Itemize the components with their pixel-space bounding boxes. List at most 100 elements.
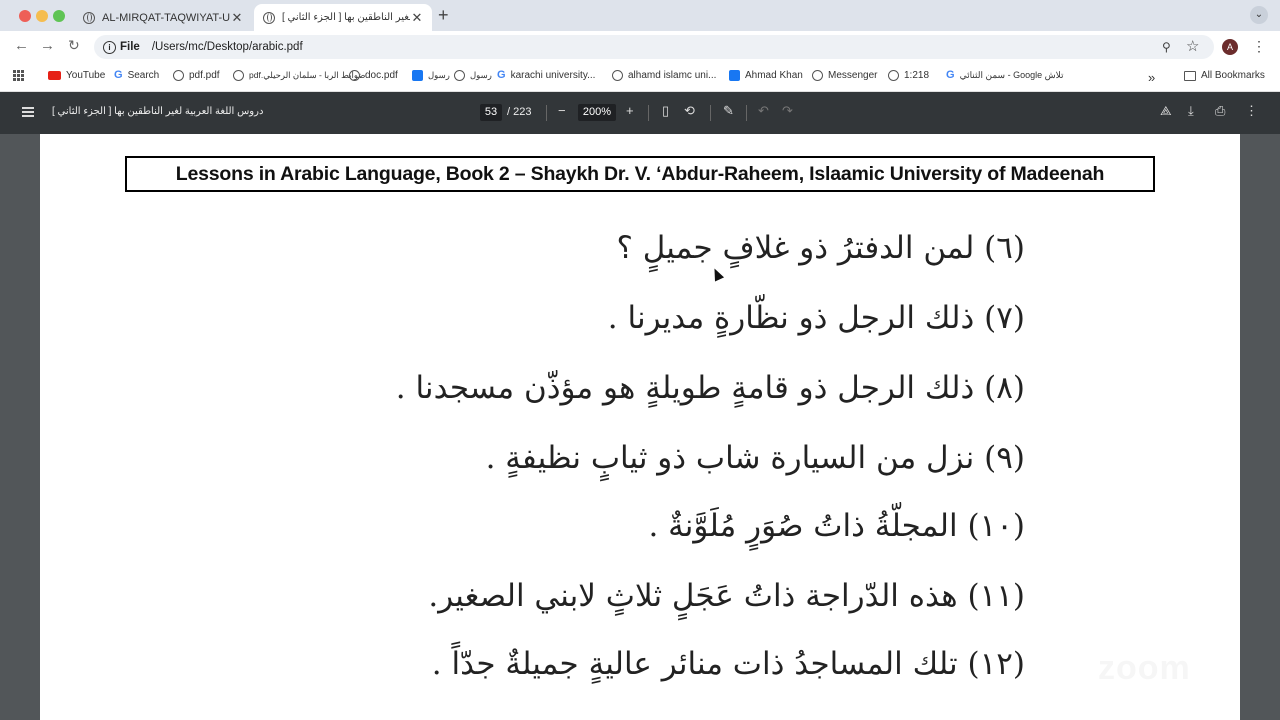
bookmark-label: YouTube bbox=[66, 70, 106, 81]
close-tab-icon[interactable]: ✕ bbox=[230, 10, 244, 26]
rotate-icon[interactable]: ⟲ bbox=[684, 103, 695, 119]
bookmark-label: رسول bbox=[428, 70, 450, 80]
google-icon: G bbox=[114, 69, 123, 81]
bookmark-star-icon[interactable]: ☆ bbox=[1186, 37, 1199, 55]
bookmark-karachi[interactable]: G karachi university... bbox=[497, 69, 596, 82]
close-tab-icon[interactable]: ✕ bbox=[410, 10, 424, 26]
sidebar-menu-icon[interactable] bbox=[22, 107, 34, 117]
globe-icon bbox=[349, 70, 360, 81]
globe-icon bbox=[888, 70, 899, 81]
bookmark-pdf[interactable]: pdf.pdf bbox=[173, 70, 220, 81]
tab-mirqat[interactable]: AL-MIRQAT-TAQWIYAT-UL-M ✕ bbox=[74, 4, 252, 31]
url-text[interactable]: /Users/mc/Desktop/arabic.pdf bbox=[152, 41, 303, 53]
forward-arrow-icon[interactable]: → bbox=[40, 37, 55, 54]
google-icon: G bbox=[497, 69, 506, 81]
bookmark-search[interactable]: G Search bbox=[114, 69, 160, 82]
mouse-cursor-icon bbox=[709, 266, 725, 282]
scheme-label: File bbox=[120, 41, 140, 53]
bookmark-label: karachi university... bbox=[510, 70, 596, 81]
zoom-icon[interactable]: ⚲ bbox=[1162, 40, 1171, 54]
bookmark-google-search[interactable]: G سمن الثنائي - Google تلاش bbox=[946, 70, 1064, 81]
zoom-watermark: zoom bbox=[1098, 649, 1191, 687]
globe-icon bbox=[612, 70, 623, 81]
all-bookmarks-button[interactable]: All Bookmarks bbox=[1184, 70, 1265, 81]
exercise-line-12: (١٢) تلك المساجدُ ذات منائر عاليةٍ جميلة… bbox=[431, 646, 1025, 682]
globe-icon bbox=[263, 11, 275, 24]
exercise-line-7: (٧) ذلك الرجل ذو نظّارةٍ مديرنا . bbox=[607, 300, 1025, 336]
fit-page-icon[interactable]: ▯ bbox=[662, 103, 669, 119]
more-bookmarks-button[interactable]: » bbox=[1148, 70, 1155, 85]
exercise-line-6: (٦) لمن الدفترُ ذو غلافٍ جميلٍ ؟ bbox=[616, 230, 1025, 266]
page-total: / 223 bbox=[507, 106, 532, 118]
exercise-line-8: (٨) ذلك الرجل ذو قامةٍ طويلةٍ هو مؤذّن م… bbox=[395, 370, 1025, 406]
reload-icon[interactable]: ↻ bbox=[68, 37, 80, 54]
redo-icon[interactable]: ↷ bbox=[782, 103, 793, 119]
undo-icon[interactable]: ↶ bbox=[758, 103, 769, 119]
bookmarks-bar: YouTube G Search pdf.pdf pdf.ضوابط الربا… bbox=[0, 63, 1280, 92]
globe-icon bbox=[83, 11, 95, 24]
google-icon: G bbox=[946, 69, 955, 81]
exercise-line-9: (٩) نزل من السيارة شاب ذو ثيابٍ نظيفةٍ . bbox=[485, 440, 1025, 476]
zoom-out-button[interactable]: − bbox=[558, 103, 566, 118]
facebook-icon bbox=[412, 70, 423, 81]
tab-title: دروس اللغة العربية لغير الناطقين بها [ ا… bbox=[282, 12, 410, 23]
globe-icon bbox=[173, 70, 184, 81]
pdf-toolbar: دروس اللغة العربية لغير الناطقين بها [ ا… bbox=[0, 92, 1280, 134]
divider bbox=[546, 105, 547, 121]
folder-icon bbox=[1184, 70, 1196, 81]
bookmark-youtube[interactable]: YouTube bbox=[48, 70, 105, 81]
annotate-pen-icon[interactable]: ✎ bbox=[723, 103, 734, 119]
tab-arabic-pdf[interactable]: دروس اللغة العربية لغير الناطقين بها [ ا… bbox=[254, 4, 432, 31]
close-window-button[interactable] bbox=[19, 10, 31, 22]
browser-menu-icon[interactable]: ⋮ bbox=[1252, 38, 1266, 55]
bookmark-riba-pdf[interactable]: pdf.ضوابط الربا - سلمان الرحيلي bbox=[233, 70, 366, 81]
bookmark-label: All Bookmarks bbox=[1201, 70, 1265, 81]
bookmark-rasool-fb[interactable]: رسول bbox=[412, 70, 450, 81]
bookmark-label: Ahmad Khan bbox=[745, 70, 803, 81]
zoom-in-button[interactable]: + bbox=[626, 103, 634, 118]
divider bbox=[710, 105, 711, 121]
minimize-window-button[interactable] bbox=[36, 10, 48, 22]
bookmark-doc[interactable]: doc.pdf bbox=[349, 70, 398, 81]
bookmark-ahmad-khan[interactable]: Ahmad Khan bbox=[729, 70, 803, 81]
download-icon[interactable]: ⤓ bbox=[1188, 103, 1194, 119]
bookmark-label: سمن الثنائي - Google تلاش bbox=[959, 70, 1064, 80]
pdf-page: Lessons in Arabic Language, Book 2 – Sha… bbox=[40, 134, 1240, 720]
maximize-window-button[interactable] bbox=[53, 10, 65, 22]
globe-icon bbox=[454, 70, 465, 81]
tab-strip: AL-MIRQAT-TAQWIYAT-UL-M ✕ دروس اللغة الع… bbox=[0, 0, 1280, 31]
bookmark-1218[interactable]: 1:218 bbox=[888, 70, 929, 81]
apps-grid-icon[interactable] bbox=[13, 70, 24, 81]
divider bbox=[746, 105, 747, 121]
print-icon[interactable]: ⎙ bbox=[1215, 103, 1225, 119]
bookmark-alhamd[interactable]: alhamd islamc uni... bbox=[612, 70, 716, 81]
page-header: Lessons in Arabic Language, Book 2 – Sha… bbox=[125, 156, 1155, 192]
bookmark-rasool[interactable]: رسول bbox=[454, 70, 492, 81]
facebook-icon bbox=[729, 70, 740, 81]
zoom-level-input[interactable]: 200% bbox=[578, 104, 616, 121]
drive-save-icon[interactable]: ⟁ bbox=[1160, 103, 1172, 119]
address-bar[interactable]: i File /Users/mc/Desktop/arabic.pdf bbox=[94, 35, 1214, 59]
tab-search-button[interactable]: ⌄ bbox=[1250, 6, 1268, 24]
more-options-icon[interactable]: ⋮ bbox=[1245, 103, 1258, 119]
browser-toolbar: ← → ↻ i File /Users/mc/Desktop/arabic.pd… bbox=[0, 31, 1280, 63]
exercise-line-10: (١٠) المجلّةُ ذاتُ صُوَرٍ مُلَوَّنةٌ . bbox=[648, 508, 1025, 544]
youtube-icon bbox=[48, 71, 61, 80]
bookmark-label: Messenger bbox=[828, 70, 878, 81]
bookmark-label: رسول bbox=[470, 70, 492, 80]
back-arrow-icon[interactable]: ← bbox=[14, 37, 29, 54]
divider bbox=[648, 105, 649, 121]
globe-icon bbox=[812, 70, 823, 81]
page-number-input[interactable]: 53 bbox=[480, 104, 502, 121]
exercise-line-11: (١١) هذه الدّراجة ذاتُ عَجَلٍ ثلاثٍ لابن… bbox=[428, 578, 1025, 614]
new-tab-button[interactable]: + bbox=[438, 5, 449, 26]
bookmark-messenger[interactable]: Messenger bbox=[812, 70, 877, 81]
bookmark-label: 1:218 bbox=[904, 70, 930, 81]
tab-title: AL-MIRQAT-TAQWIYAT-UL-M bbox=[102, 11, 230, 24]
bookmark-label: Search bbox=[127, 70, 160, 81]
globe-icon bbox=[233, 70, 244, 81]
bookmark-label: doc.pdf bbox=[365, 70, 398, 81]
info-icon[interactable]: i bbox=[103, 40, 116, 54]
pdf-viewer[interactable]: Lessons in Arabic Language, Book 2 – Sha… bbox=[0, 134, 1280, 720]
profile-avatar[interactable]: A bbox=[1222, 39, 1238, 55]
